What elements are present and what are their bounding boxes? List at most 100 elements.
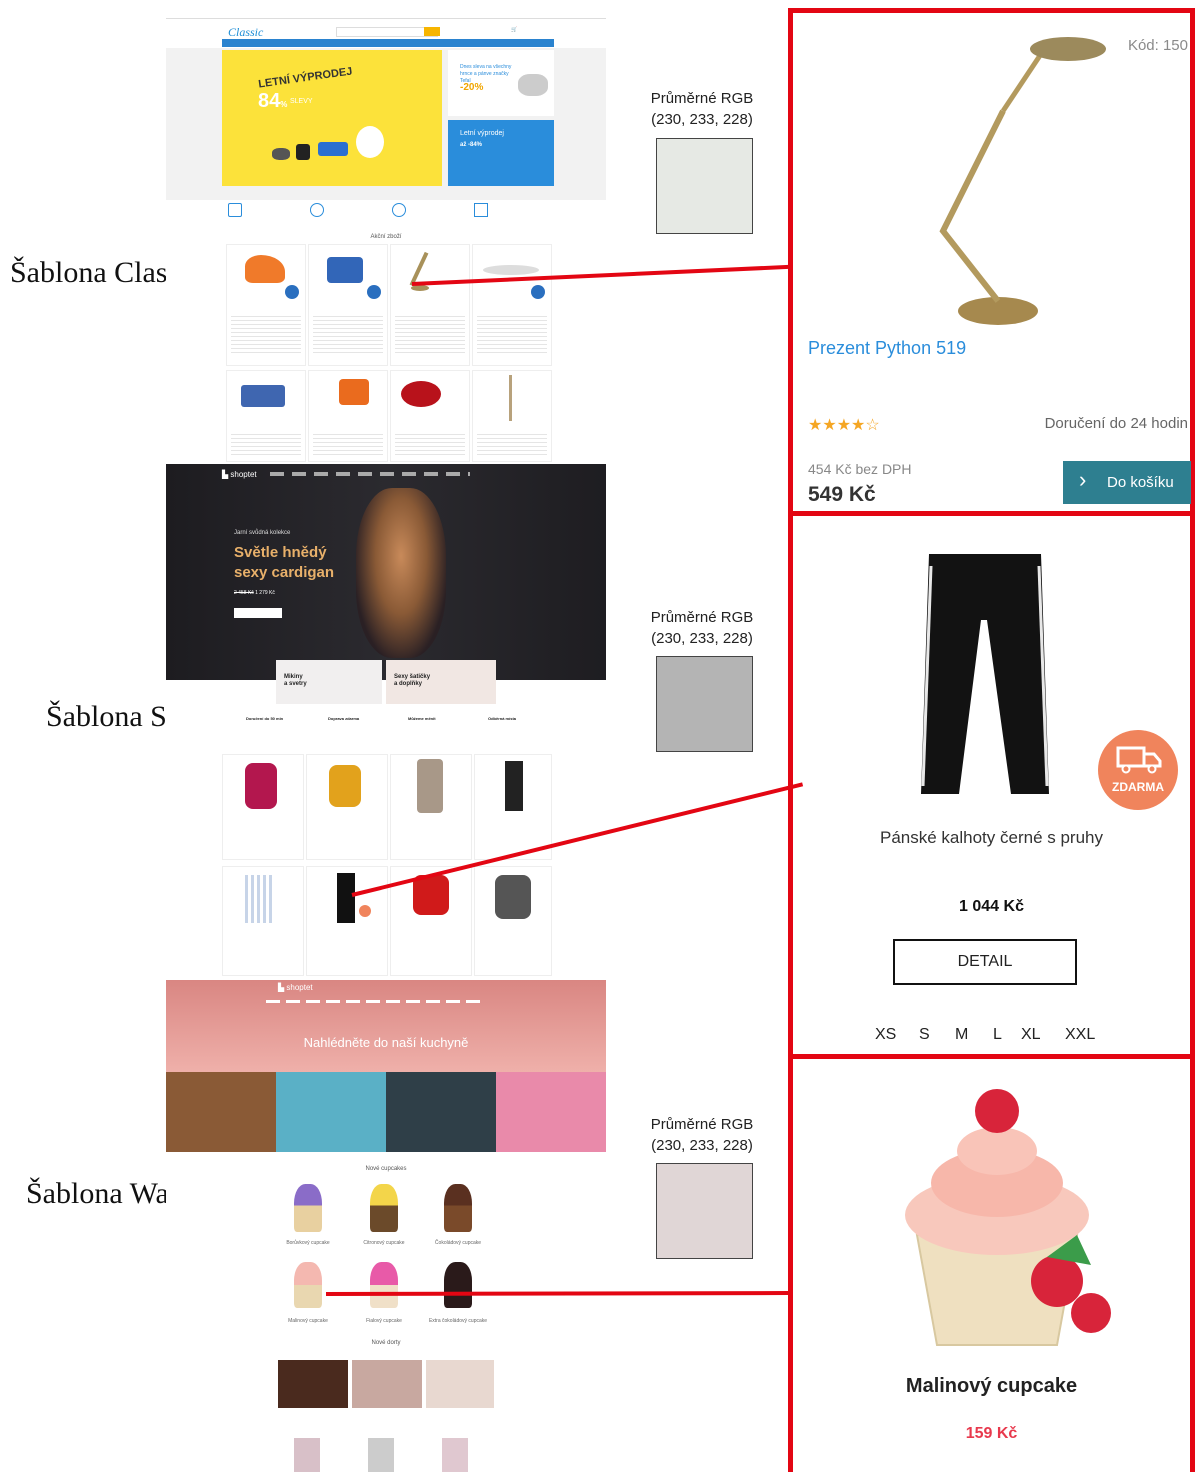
gift-icon <box>228 203 242 217</box>
detail-button[interactable]: DETAIL <box>893 939 1077 985</box>
size-option[interactable]: XL <box>1021 1026 1041 1044</box>
classic-cart-link[interactable]: 🛒 <box>511 27 551 35</box>
lamp-image <box>939 37 1106 325</box>
classic-product-card[interactable] <box>390 370 470 462</box>
step-hero-banner[interactable]: ▙ shoptet Jarní svůdná kolekce Světle hn… <box>166 464 606 680</box>
waltz-screenshot: ▙ shoptet Nahlédněte do naší kuchyně Nov… <box>166 980 606 1472</box>
size-option[interactable]: M <box>955 1026 968 1044</box>
step-logo[interactable]: ▙ shoptet <box>222 470 257 479</box>
product-code: Kód: 150 <box>1127 37 1188 54</box>
product-price: 1 044 Kč <box>959 898 1024 915</box>
classic-promo-tefal[interactable]: Dnes sleva na všechny hrnce a pánve znač… <box>448 50 554 116</box>
classic-product-card[interactable] <box>226 370 306 462</box>
classic-hero-discount-label: SLEVY <box>290 98 313 105</box>
classic-logo[interactable]: Classic <box>228 25 263 40</box>
classic-hero-products-image <box>272 126 402 170</box>
step-product-card[interactable] <box>474 754 552 860</box>
step-product-card[interactable] <box>222 866 304 976</box>
step-banner-sweaters[interactable]: Mikiny a svetry <box>276 660 382 704</box>
zoom-panel-step: ZDARMA Pánské kalhoty černé s pruhy 1 04… <box>788 511 1195 1059</box>
waltz-cake-image[interactable] <box>278 1360 348 1408</box>
classic-product-card[interactable] <box>308 244 388 366</box>
waltz-product-image[interactable] <box>370 1262 398 1308</box>
classic-hero-banner[interactable]: LETNÍ VÝPRODEJ 84% SLEVY <box>222 50 442 186</box>
waltz-product-image[interactable] <box>370 1184 398 1232</box>
step-product-card[interactable] <box>390 754 472 860</box>
classic-hero-discount: 84% <box>258 90 288 112</box>
delivery-info: Doručení do 24 hodin <box>1044 415 1188 432</box>
waltz-section2-title: Nové dorty <box>371 1340 401 1346</box>
rgb-swatch-classic <box>656 138 753 234</box>
house-icon <box>474 203 488 217</box>
rating-stars: ★★★★☆ <box>808 417 880 434</box>
zoom-panel-classic: Kód: 150 Prezent Python 519 ★★★★☆ Doruče… <box>788 8 1195 516</box>
classic-hero-title: LETNÍ VÝPRODEJ <box>257 65 354 91</box>
waltz-category-wedding[interactable] <box>386 1072 496 1152</box>
classic-product-card[interactable] <box>472 370 552 462</box>
waltz-product-image[interactable] <box>444 1262 472 1308</box>
chevron-right-icon: › <box>1079 467 1087 492</box>
product-name-link[interactable]: Prezent Python 519 <box>808 338 966 359</box>
step-product-card[interactable] <box>474 866 552 976</box>
classic-product-card[interactable] <box>226 244 306 366</box>
waltz-nav[interactable] <box>266 1000 486 1003</box>
truck-icon <box>1116 746 1162 774</box>
classic-section-title: Akční zboží <box>370 234 402 240</box>
step-hero-cta-button[interactable] <box>234 608 282 618</box>
classic-benefits-row <box>228 203 558 217</box>
size-option[interactable]: L <box>993 1026 1002 1044</box>
cupcake-image <box>905 1089 1111 1346</box>
step-product-card[interactable] <box>222 754 304 860</box>
step-nav[interactable] <box>270 472 470 476</box>
classic-product-card-lamp[interactable] <box>390 244 470 366</box>
waltz-cake-image[interactable] <box>442 1438 468 1472</box>
waltz-logo[interactable]: ▙ shoptet <box>278 983 313 992</box>
waltz-category-donuts[interactable] <box>166 1072 276 1152</box>
classic-search-input[interactable] <box>336 27 438 37</box>
waltz-cake-image[interactable] <box>368 1438 394 1472</box>
rgb-swatch-waltz <box>656 1163 753 1259</box>
waltz-product-image[interactable] <box>294 1184 322 1232</box>
size-option[interactable]: XXL <box>1065 1026 1095 1044</box>
step-product-card-pants[interactable] <box>306 866 388 976</box>
product-price: 549 Kč <box>808 483 876 506</box>
connector-line-waltz <box>325 1291 789 1296</box>
product-name[interactable]: Pánské kalhoty černé s pruhy <box>793 828 1190 848</box>
waltz-cupcake-grid: Borůvkový cupcake Citronový cupcake Čoko… <box>278 1180 498 1340</box>
step-banner-dresses[interactable]: Sexy šatičky a doplňky <box>386 660 496 704</box>
classic-search-button[interactable] <box>424 27 440 36</box>
classic-promo-summer[interactable]: Letní výprodej až -84% <box>448 120 554 186</box>
waltz-cake-image[interactable] <box>426 1360 494 1408</box>
waltz-hero-title: Nahlédněte do naší kuchyně <box>303 1035 469 1050</box>
add-to-cart-button[interactable]: › Do košíku <box>1063 461 1191 504</box>
step-product-card[interactable] <box>306 754 388 860</box>
badge-icon <box>392 203 406 217</box>
size-option[interactable]: XS <box>875 1026 896 1044</box>
waltz-hero-banner[interactable]: ▙ shoptet Nahlédněte do naší kuchyně <box>166 980 606 1072</box>
classic-product-card[interactable] <box>308 370 388 462</box>
rgb-caption-step: Průměrné RGB (230, 233, 228) <box>650 609 754 647</box>
waltz-cake-grid <box>278 1360 494 1410</box>
rgb-swatch-step <box>656 656 753 752</box>
waltz-product-image[interactable] <box>444 1184 472 1232</box>
step-product-grid <box>222 754 552 976</box>
classic-nav[interactable] <box>222 39 554 47</box>
waltz-product-image-raspberry[interactable] <box>294 1262 322 1308</box>
price-without-vat: 454 Kč bez DPH <box>808 461 912 477</box>
classic-product-card[interactable] <box>472 244 552 366</box>
rgb-caption-waltz: Průměrné RGB (230, 233, 228) <box>650 1116 754 1154</box>
waltz-cake-image[interactable] <box>352 1360 422 1408</box>
size-option[interactable]: S <box>919 1026 930 1044</box>
product-name[interactable]: Malinový cupcake <box>793 1375 1190 1398</box>
pants-image <box>921 554 1049 794</box>
waltz-category-cupcakes[interactable] <box>496 1072 606 1152</box>
step-hero-model-image <box>356 488 446 658</box>
waltz-section1-title: Nové cupcakes <box>365 1166 407 1172</box>
classic-pan-image <box>518 74 548 96</box>
waltz-category-cakes[interactable] <box>276 1072 386 1152</box>
waltz-cake-image[interactable] <box>294 1438 320 1472</box>
product-price: 159 Kč <box>965 1425 1018 1442</box>
clock-icon <box>310 203 324 217</box>
step-screenshot: ▙ shoptet Jarní svůdná kolekce Světle hn… <box>166 464 606 976</box>
rgb-caption-classic: Průměrné RGB (230, 233, 228) <box>650 90 754 128</box>
